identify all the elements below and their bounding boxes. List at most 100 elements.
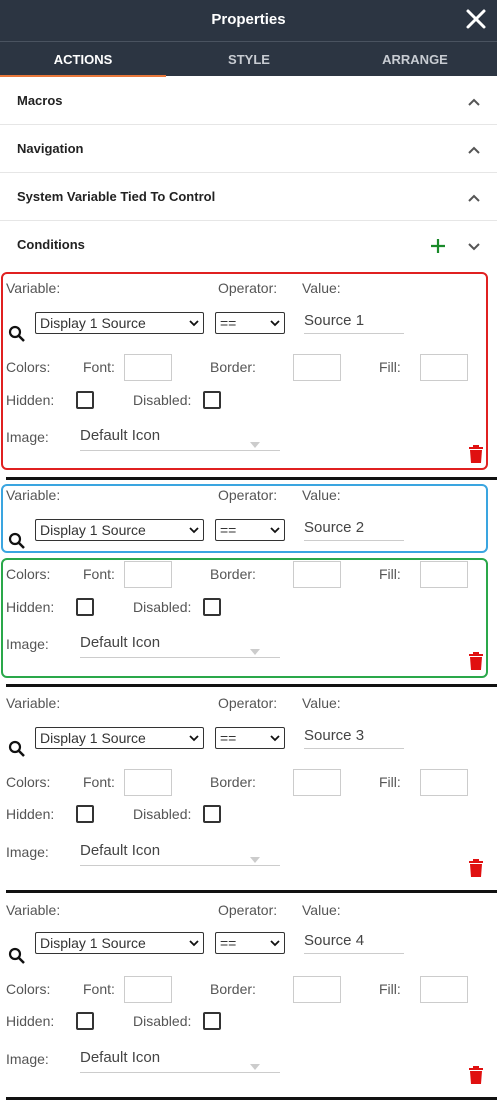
chevron-down-icon [189,940,199,947]
section-navigation[interactable]: Navigation [0,125,497,173]
section-label: Conditions [17,237,85,252]
fill-color-swatch[interactable] [420,976,468,1003]
operator-select[interactable]: == [215,519,285,541]
trash-icon[interactable] [468,445,484,463]
operator-label: Operator: [218,280,278,296]
disabled-label: Disabled: [133,806,192,822]
chevron-down-icon [189,527,199,534]
trash-icon[interactable] [468,859,484,877]
border-label: Border: [210,359,256,375]
disabled-label: Disabled: [133,392,192,408]
chevron-down-icon [270,527,280,534]
border-color-swatch[interactable] [293,769,341,796]
chevron-up-icon[interactable] [467,193,481,203]
image-select[interactable]: Default Icon [80,1049,280,1073]
border-label: Border: [210,981,256,997]
search-icon[interactable] [8,947,26,965]
chevron-down-icon [250,857,260,863]
section-label: System Variable Tied To Control [17,189,216,204]
chevron-down-icon [250,442,260,448]
chevron-down-icon [250,649,260,655]
section-conditions[interactable]: Conditions [0,221,497,269]
condition-separator [6,477,497,480]
variable-select[interactable]: Display 1 Source [35,727,204,749]
border-color-swatch[interactable] [293,976,341,1003]
search-icon[interactable] [8,532,26,550]
operator-label: Operator: [218,695,278,711]
value-label: Value: [302,280,341,296]
operator-select[interactable]: == [215,312,285,334]
font-label: Font: [83,359,115,375]
border-color-swatch[interactable] [293,354,341,381]
image-select[interactable]: Default Icon [80,842,280,866]
condition-separator [6,684,497,687]
trash-icon[interactable] [468,652,484,670]
search-icon[interactable] [8,740,26,758]
trash-icon[interactable] [468,1066,484,1084]
font-color-swatch[interactable] [124,354,172,381]
section-macros[interactable]: Macros [0,77,497,125]
value-input[interactable]: Source 3 [304,725,404,749]
add-condition-icon[interactable] [429,237,447,255]
image-select[interactable]: Default Icon [80,634,280,658]
close-icon[interactable] [465,8,487,30]
hidden-checkbox[interactable] [76,1012,94,1030]
chevron-down-icon[interactable] [467,241,481,251]
disabled-label: Disabled: [133,1013,192,1029]
chevron-down-icon [270,735,280,742]
value-label: Value: [302,902,341,918]
variable-label: Variable: [6,487,61,503]
tab-arrange[interactable]: ARRANGE [332,42,497,77]
tab-bar: ACTIONS STYLE ARRANGE [0,41,497,77]
chevron-down-icon [270,940,280,947]
fill-color-swatch[interactable] [420,769,468,796]
colors-label: Colors: [6,566,51,582]
operator-select[interactable]: == [215,727,285,749]
image-label: Image: [6,1051,49,1067]
panel-header: Properties [0,0,497,41]
chevron-up-icon[interactable] [467,145,481,155]
disabled-checkbox[interactable] [203,805,221,823]
search-icon[interactable] [8,325,26,343]
variable-label: Variable: [6,902,61,918]
variable-select[interactable]: Display 1 Source [35,312,204,334]
image-select[interactable]: Default Icon [80,427,280,451]
variable-select[interactable]: Display 1 Source [35,519,204,541]
fill-color-swatch[interactable] [420,561,468,588]
disabled-checkbox[interactable] [203,598,221,616]
hidden-label: Hidden: [6,806,55,822]
border-label: Border: [210,566,256,582]
disabled-checkbox[interactable] [203,391,221,409]
variable-select[interactable]: Display 1 Source [35,932,204,954]
hidden-checkbox[interactable] [76,805,94,823]
condition-separator [6,1097,497,1100]
chevron-up-icon[interactable] [467,97,481,107]
hidden-checkbox[interactable] [76,391,94,409]
tab-style[interactable]: STYLE [166,42,332,77]
variable-label: Variable: [6,695,61,711]
image-label: Image: [6,636,49,652]
fill-label: Fill: [379,359,401,375]
hidden-label: Hidden: [6,1013,55,1029]
font-color-swatch[interactable] [124,561,172,588]
chevron-down-icon [250,1064,260,1070]
font-color-swatch[interactable] [124,769,172,796]
tab-actions[interactable]: ACTIONS [0,42,166,77]
value-input[interactable]: Source 2 [304,517,404,541]
operator-select[interactable]: == [215,932,285,954]
disabled-label: Disabled: [133,599,192,615]
disabled-checkbox[interactable] [203,1012,221,1030]
section-system-variable[interactable]: System Variable Tied To Control [0,173,497,221]
value-input[interactable]: Source 1 [304,310,404,334]
image-label: Image: [6,844,49,860]
colors-label: Colors: [6,774,51,790]
fill-color-swatch[interactable] [420,354,468,381]
operator-label: Operator: [218,487,278,503]
border-label: Border: [210,774,256,790]
hidden-checkbox[interactable] [76,598,94,616]
border-color-swatch[interactable] [293,561,341,588]
value-input[interactable]: Source 4 [304,930,404,954]
font-color-swatch[interactable] [124,976,172,1003]
panel-title: Properties [211,11,286,28]
section-label: Macros [17,93,63,108]
